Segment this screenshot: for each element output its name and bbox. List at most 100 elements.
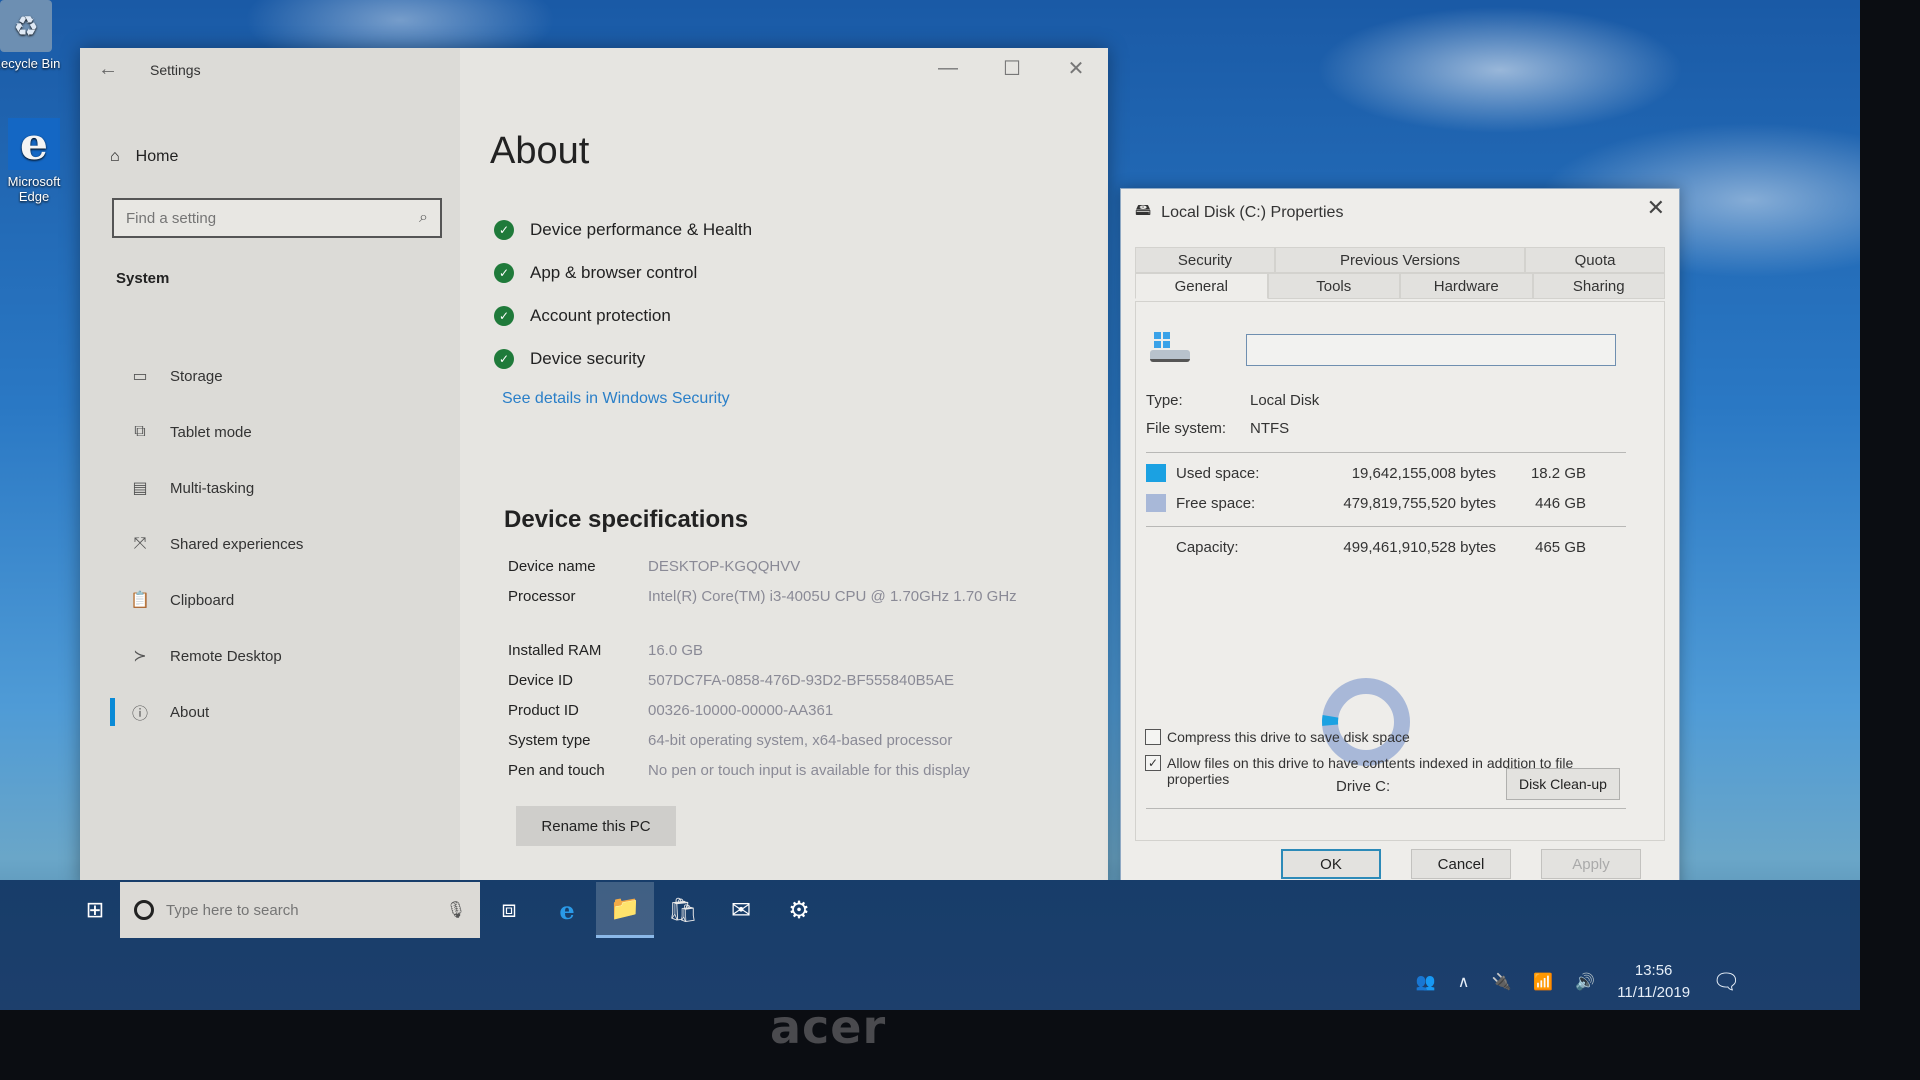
type-value: Local Disk: [1250, 392, 1320, 409]
spec-value: Intel(R) Core(TM) i3-4005U CPU @ 1.70GHz…: [648, 588, 1017, 605]
spec-row: Installed RAM 16.0 GB: [508, 642, 1048, 672]
security-status-list: ✓ Device performance & Health ✓ App & br…: [494, 208, 752, 380]
taskbar-file-explorer[interactable]: 📁: [596, 882, 654, 938]
settings-search-input[interactable]: [126, 209, 386, 227]
status-label: Account protection: [530, 305, 671, 325]
sidebar-item-storage[interactable]: ▭ Storage: [110, 348, 303, 404]
battery-icon[interactable]: 🔌: [1491, 972, 1511, 992]
drive-icon: 🖴: [1135, 202, 1152, 219]
tab-row-2: General Tools Hardware Sharing: [1135, 273, 1665, 299]
info-icon: ⓘ: [131, 706, 148, 723]
desktop-icon-label: Recycle Bin: [0, 56, 61, 71]
index-option[interactable]: ✓ Allow files on this drive to have cont…: [1145, 755, 1625, 787]
used-space-label: Used space:: [1176, 464, 1260, 482]
task-view-button[interactable]: ⧈: [480, 882, 538, 938]
clock[interactable]: 13:56 11/11/2019: [1617, 960, 1690, 1004]
settings-nav: ▭ Storage ⧉ Tablet mode ▤ Multi-tasking …: [110, 348, 303, 740]
status-label: Device security: [530, 348, 646, 368]
spec-label: Product ID: [508, 702, 579, 719]
people-icon[interactable]: 👥: [1416, 972, 1436, 992]
spec-row: Processor Intel(R) Core(TM) i3-4005U CPU…: [508, 588, 1048, 642]
filesystem-row: File system: NTFS: [1146, 420, 1289, 437]
taskbar-store[interactable]: 🛍: [654, 882, 712, 938]
task-view-icon: ⧈: [501, 896, 517, 923]
system-drive-icon: [1150, 332, 1194, 364]
tab-tools[interactable]: Tools: [1267, 273, 1400, 299]
tab-previous-versions[interactable]: Previous Versions: [1274, 247, 1526, 273]
edge-icon: e: [8, 118, 60, 170]
microphone-icon[interactable]: 🎙: [446, 900, 466, 920]
capacity-bytes: 499,461,910,528 bytes: [1343, 538, 1496, 556]
status-label: Device performance & Health: [530, 219, 753, 239]
free-space-label: Free space:: [1176, 494, 1256, 512]
laptop-brand-logo: acer: [770, 1000, 887, 1054]
taskbar-mail[interactable]: ✉: [712, 882, 770, 938]
check-icon: ✓: [494, 262, 514, 283]
taskbar-search[interactable]: 🎙: [120, 882, 480, 938]
tablet-mode-icon: ⧉: [134, 423, 146, 440]
search-icon[interactable]: ⌕: [419, 209, 428, 227]
windows-security-link[interactable]: See details in Windows Security: [502, 390, 730, 408]
rename-pc-button[interactable]: Rename this PC: [516, 806, 676, 846]
spec-value: 507DC7FA-0858-476D-93D2-BF555840B5AE: [648, 672, 955, 689]
storage-icon: ▭: [132, 368, 148, 385]
volume-label-input[interactable]: [1246, 334, 1616, 366]
taskbar-edge[interactable]: e: [538, 882, 596, 938]
taskbar-row: ⊞ 🎙 ⧈ e 📁 🛍 ✉ ⚙: [70, 882, 828, 938]
sidebar-item-tablet-mode[interactable]: ⧉ Tablet mode: [110, 404, 303, 460]
status-label: App & browser control: [530, 262, 698, 282]
tab-general[interactable]: General: [1135, 273, 1268, 299]
sidebar-item-label: Clipboard: [170, 591, 235, 609]
volume-icon[interactable]: 🔊: [1575, 972, 1595, 992]
home-label: Home: [135, 148, 179, 165]
mail-icon: ✉: [730, 896, 752, 924]
sidebar-item-multitasking[interactable]: ▤ Multi-tasking: [110, 460, 303, 516]
spec-label: Installed RAM: [508, 642, 602, 659]
window-title: Settings: [150, 62, 201, 78]
used-space-row: Used space: 19,642,155,008 bytes 18.2 GB: [1146, 464, 1586, 482]
compress-option[interactable]: Compress this drive to save disk space: [1145, 729, 1625, 745]
clipboard-icon: 📋: [130, 592, 150, 609]
spec-row: Device name DESKTOP-KGQQHVV: [508, 558, 1048, 588]
cortana-icon: [134, 900, 154, 920]
specs-table: Device name DESKTOP-KGQQHVV Processor In…: [508, 558, 1048, 792]
filesystem-label: File system:: [1146, 420, 1227, 437]
spec-label: Processor: [508, 588, 576, 605]
close-button[interactable]: ✕: [1647, 195, 1665, 221]
desktop-icon-edge[interactable]: e Microsoft Edge: [0, 118, 74, 204]
spec-row: Pen and touch No pen or touch input is a…: [508, 762, 1048, 792]
action-center-icon[interactable]: 🗨: [1712, 969, 1740, 995]
remote-desktop-icon: ≻: [133, 648, 147, 665]
compress-checkbox[interactable]: [1145, 729, 1161, 745]
settings-search[interactable]: ⌕: [112, 198, 442, 238]
specs-heading: Device specifications: [504, 506, 749, 533]
home-link[interactable]: ⌂ Home: [110, 148, 178, 166]
sidebar-item-shared-experiences[interactable]: ⤧ Shared experiences: [110, 516, 304, 572]
check-icon: ✓: [494, 305, 514, 326]
taskbar-settings[interactable]: ⚙: [770, 882, 828, 938]
desktop-icon-recycle-bin[interactable]: ♻ Recycle Bin: [0, 0, 66, 71]
start-button[interactable]: ⊞: [70, 882, 120, 938]
sidebar-item-remote-desktop[interactable]: ≻ Remote Desktop: [110, 628, 303, 684]
tab-hardware[interactable]: Hardware: [1400, 273, 1533, 299]
tab-security[interactable]: Security: [1135, 247, 1275, 273]
section-label: System: [116, 270, 170, 287]
hard-disk-icon: [1150, 350, 1190, 362]
index-checkbox[interactable]: ✓: [1145, 755, 1161, 771]
free-space-size: 446 GB: [1535, 494, 1586, 512]
compress-label: Compress this drive to save disk space: [1167, 729, 1410, 745]
sidebar-item-about[interactable]: ⓘ About: [110, 684, 303, 740]
sidebar-item-clipboard[interactable]: 📋 Clipboard: [110, 572, 303, 628]
spec-value: DESKTOP-KGQQHVV: [648, 558, 801, 575]
tab-sharing[interactable]: Sharing: [1532, 273, 1665, 299]
free-space-bytes: 479,819,755,520 bytes: [1343, 494, 1496, 512]
system-tray: 👥 ∧ 🔌 📶 🔊 13:56 11/11/2019 🗨: [1416, 960, 1740, 1004]
divider: [1146, 452, 1626, 453]
home-icon: ⌂: [110, 148, 120, 165]
chevron-up-icon[interactable]: ∧: [1458, 972, 1470, 992]
sidebar-item-label: Tablet mode: [170, 423, 252, 441]
taskbar-search-input[interactable]: [166, 901, 434, 919]
back-button[interactable]: ←: [98, 58, 118, 81]
tab-quota[interactable]: Quota: [1525, 247, 1665, 273]
wifi-icon[interactable]: 📶: [1533, 972, 1553, 992]
